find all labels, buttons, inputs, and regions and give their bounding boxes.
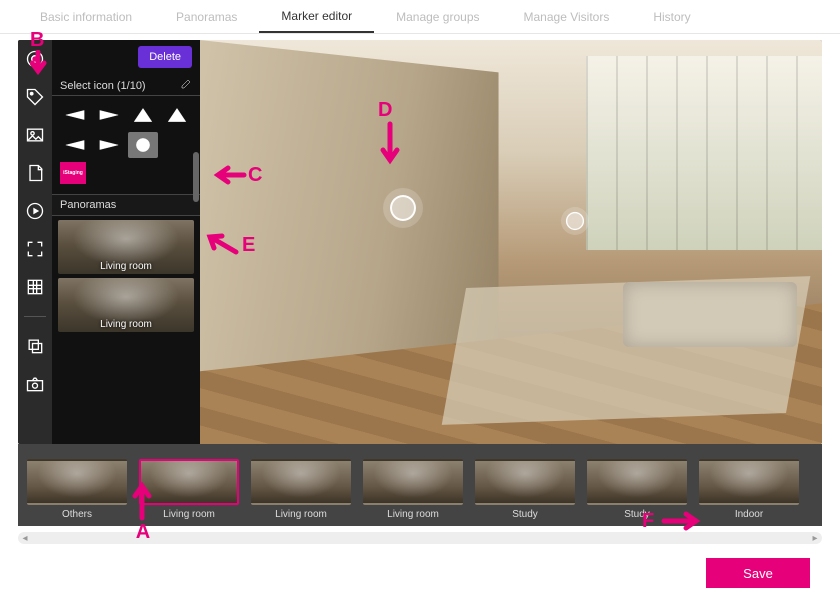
tab-basic-information[interactable]: Basic information xyxy=(18,0,154,33)
marker-panel: Delete Select icon (1/10) iStaging Panor… xyxy=(52,40,200,444)
filmstrip-thumb[interactable]: Others xyxy=(26,459,128,520)
tab-manage-groups[interactable]: Manage groups xyxy=(374,0,501,33)
tab-bar: Basic information Panoramas Marker edito… xyxy=(0,0,840,34)
icon-arrow-right[interactable] xyxy=(94,102,124,128)
save-button[interactable]: Save xyxy=(706,558,810,588)
delete-button[interactable]: Delete xyxy=(138,46,192,68)
scene-marker-2[interactable] xyxy=(566,212,584,230)
tab-marker-editor[interactable]: Marker editor xyxy=(259,0,374,33)
tool-tag[interactable] xyxy=(24,86,46,108)
panorama-list: Living room Living room xyxy=(52,216,200,444)
tool-note[interactable] xyxy=(24,162,46,184)
editor-area: Delete Select icon (1/10) iStaging Panor… xyxy=(18,40,822,444)
tab-panoramas[interactable]: Panoramas xyxy=(154,0,259,33)
icon-picker: iStaging xyxy=(52,96,200,194)
toolbar-separator xyxy=(24,316,46,317)
scene-marker-1[interactable] xyxy=(390,195,416,221)
icon-circle-selected[interactable] xyxy=(128,132,158,158)
icon-arrow-left-2[interactable] xyxy=(60,132,90,158)
tool-video[interactable] xyxy=(24,200,46,222)
filmstrip-thumb[interactable]: Living room xyxy=(250,459,352,520)
filmstrip-thumb[interactable]: Living room xyxy=(138,459,240,520)
tool-camera[interactable] xyxy=(24,373,46,395)
scroll-left-icon[interactable]: ◂ xyxy=(18,532,32,544)
select-icon-label: Select icon (1/10) xyxy=(60,80,146,92)
tool-expand[interactable] xyxy=(24,238,46,260)
filmstrip-thumb[interactable]: Living room xyxy=(362,459,464,520)
tool-grid[interactable] xyxy=(24,276,46,298)
tab-manage-visitors[interactable]: Manage Visitors xyxy=(502,0,632,33)
filmstrip-thumb[interactable]: Study xyxy=(586,459,688,520)
panoramas-header: Panoramas xyxy=(52,194,200,216)
icon-istaging-logo[interactable]: iStaging xyxy=(60,162,86,184)
panorama-item[interactable]: Living room xyxy=(58,278,194,332)
panorama-item[interactable]: Living room xyxy=(58,220,194,274)
filmstrip-scrollbar[interactable]: ◂ ▸ xyxy=(18,532,822,544)
tool-point[interactable] xyxy=(24,48,46,70)
icon-arrow-left[interactable] xyxy=(60,102,90,128)
filmstrip-thumb[interactable]: Study xyxy=(474,459,576,520)
icon-arrow-up-filled[interactable] xyxy=(162,102,192,128)
tab-history[interactable]: History xyxy=(631,0,712,33)
filmstrip: Others Living room Living room Living ro… xyxy=(18,444,822,526)
edit-icon[interactable] xyxy=(180,78,192,93)
tool-copy[interactable] xyxy=(24,335,46,357)
tool-rail xyxy=(18,40,52,444)
icon-arrow-up[interactable] xyxy=(128,102,158,128)
panorama-viewer[interactable] xyxy=(200,40,822,444)
icon-arrow-right-2[interactable] xyxy=(94,132,124,158)
filmstrip-thumb[interactable]: Indoor xyxy=(698,459,800,520)
tool-image[interactable] xyxy=(24,124,46,146)
scroll-right-icon[interactable]: ▸ xyxy=(808,532,822,544)
